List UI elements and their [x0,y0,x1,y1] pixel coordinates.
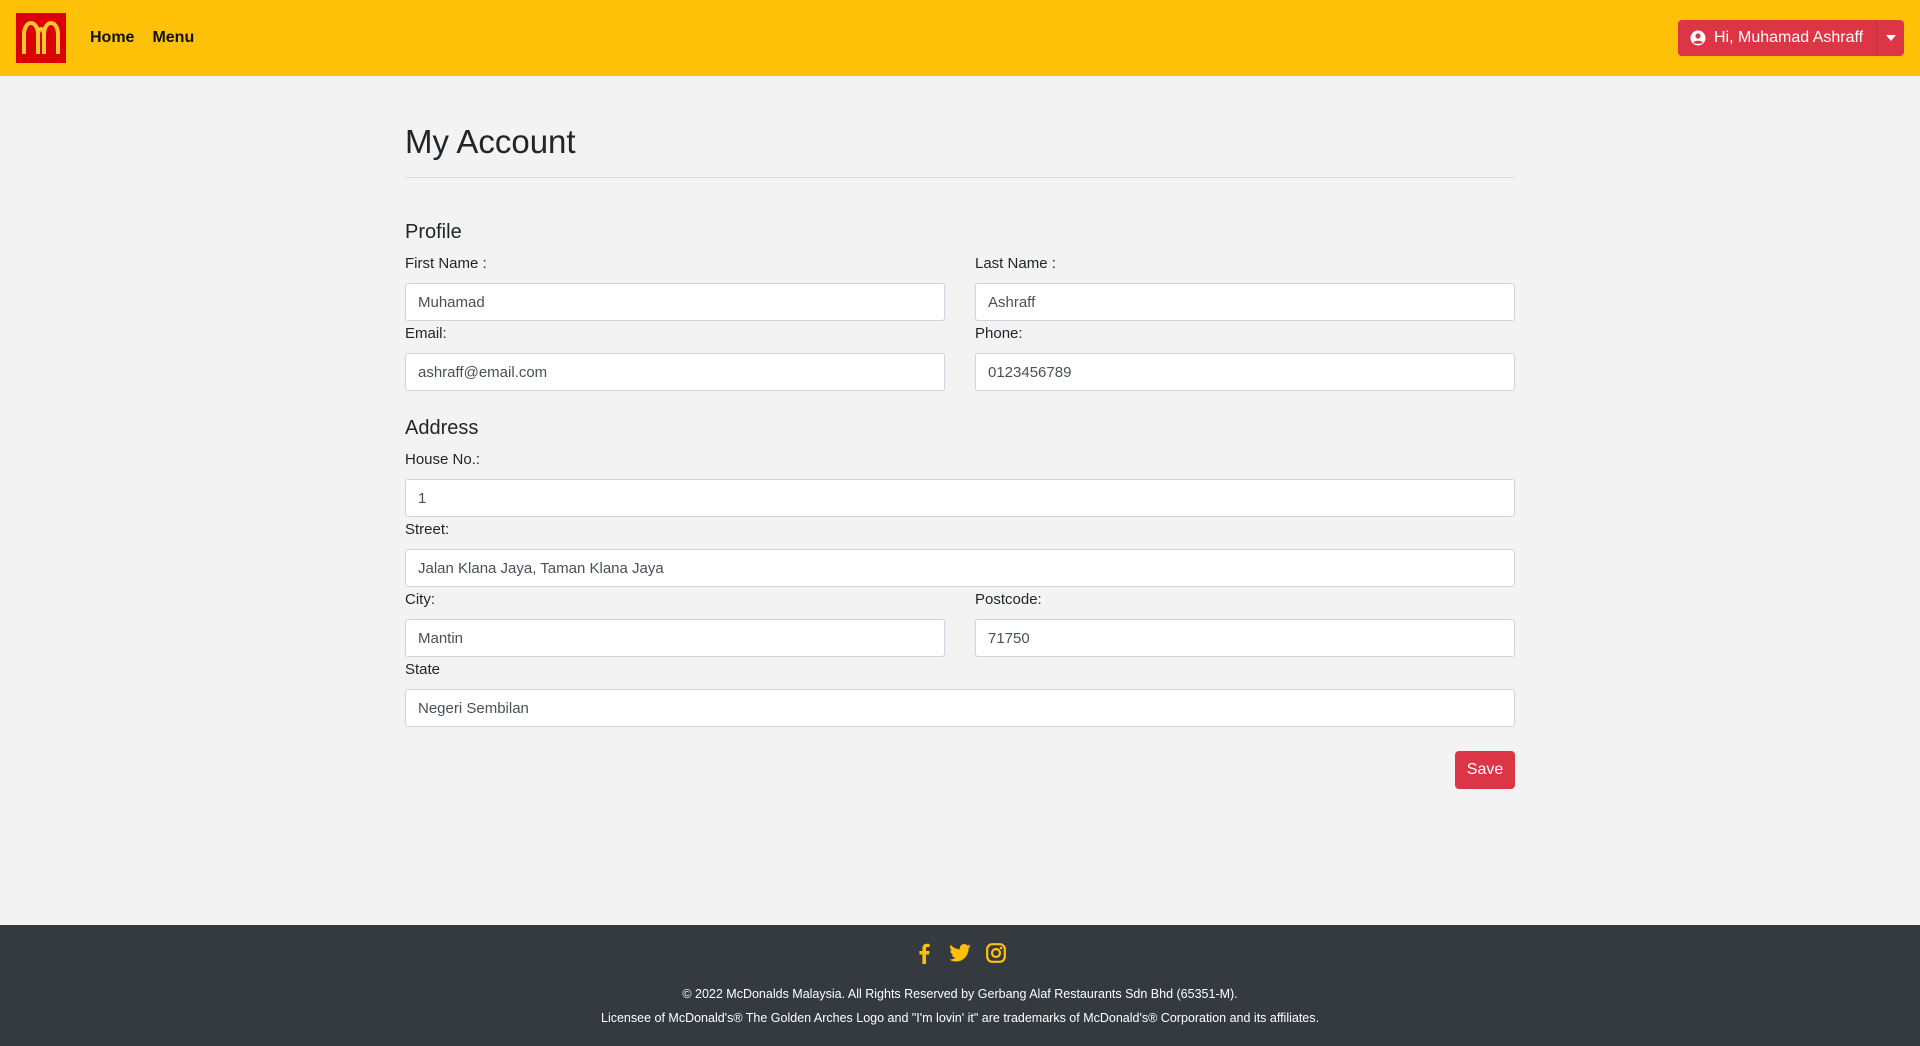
address-heading: Address [405,417,479,439]
navbar: Home Menu Hi, Muhamad Ashraff [0,0,1920,76]
twitter-icon[interactable] [949,940,971,966]
city-input[interactable] [405,619,945,657]
first-name-input[interactable] [405,283,945,321]
user-menu-button[interactable]: Hi, Muhamad Ashraff [1678,20,1904,56]
state-input[interactable] [405,689,1515,727]
phone-label: Phone: [975,325,1023,342]
email-label: Email: [405,325,447,342]
profile-heading: Profile [405,221,462,243]
mcdonalds-logo[interactable] [16,13,66,63]
first-name-label: First Name : [405,255,487,272]
page-title: My Account [405,123,576,160]
save-button[interactable]: Save [1455,751,1515,789]
footer-copyright: © 2022 McDonalds Malaysia. All Rights Re… [682,987,1238,1001]
user-greeting-button[interactable]: Hi, Muhamad Ashraff [1678,20,1876,56]
house-no-input[interactable] [405,479,1515,517]
instagram-icon[interactable] [985,940,1007,966]
house-no-label: House No.: [405,451,481,468]
social-links [0,940,1920,966]
footer-license: Licensee of McDonald's® The Golden Arche… [601,1011,1319,1025]
street-input[interactable] [405,549,1515,587]
city-label: City: [405,591,435,608]
facebook-icon[interactable] [913,940,935,966]
user-greeting-label: Hi, Muhamad Ashraff [1714,29,1864,46]
title-divider [405,177,1515,178]
last-name-label: Last Name : [975,255,1056,272]
user-dropdown-toggle[interactable] [1876,20,1904,56]
postcode-label: Postcode: [975,591,1042,608]
nav-links: Home Menu [90,0,194,76]
last-name-input[interactable] [975,283,1515,321]
footer: © 2022 McDonalds Malaysia. All Rights Re… [0,925,1920,1046]
nav-home-link[interactable]: Home [90,29,134,47]
nav-menu-link[interactable]: Menu [152,29,194,47]
phone-input[interactable] [975,353,1515,391]
caret-down-icon [1885,35,1896,41]
state-label: State [405,661,441,678]
postcode-input[interactable] [975,619,1515,657]
email-input[interactable] [405,353,945,391]
street-label: Street: [405,521,450,538]
golden-arches-icon [22,21,60,54]
user-circle-icon [1690,30,1706,46]
